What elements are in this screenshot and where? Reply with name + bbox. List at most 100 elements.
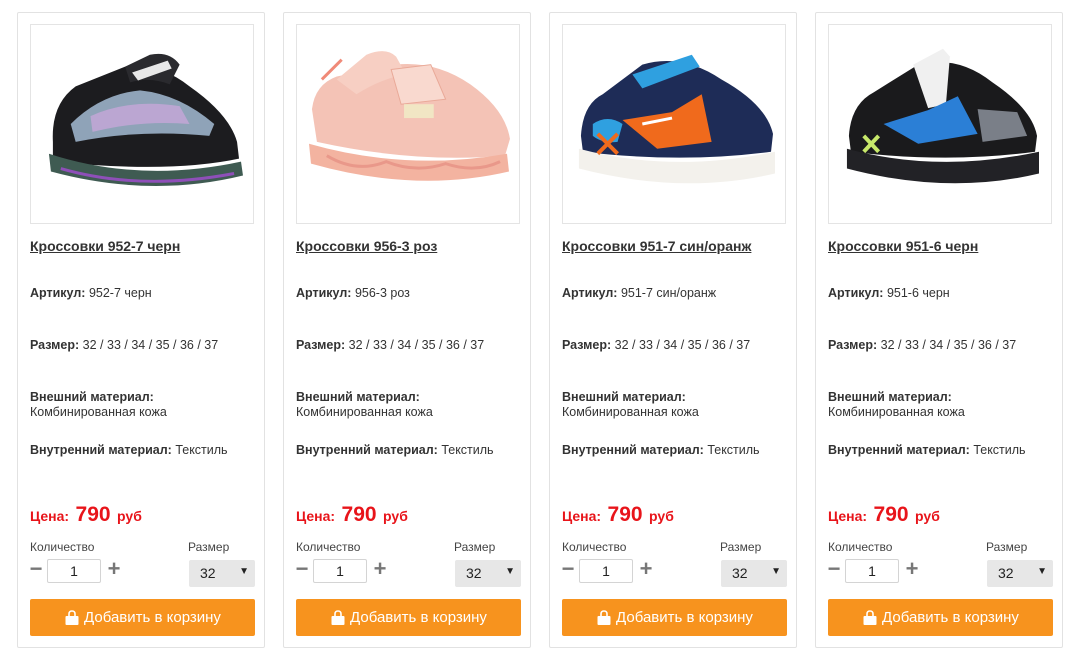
size-select-label: Размер [986, 540, 1028, 554]
outer-material-row: Внешний материал: Комбинированная кожа [562, 390, 699, 420]
article-row: Артикул: 951-6 черн [828, 286, 950, 301]
article-label: Артикул: [828, 286, 884, 300]
add-to-cart-label: Добавить в корзину [616, 609, 753, 626]
quantity-decrease-button[interactable]: − [825, 558, 843, 582]
size-select[interactable]: 32 ▼ [721, 560, 787, 587]
quantity-input[interactable] [47, 559, 101, 583]
sizes-row: Размер: 32 / 33 / 34 / 35 / 36 / 37 [30, 338, 218, 353]
product-title-link[interactable]: Кроссовки 951-6 черн [828, 238, 978, 254]
sizes-row: Размер: 32 / 33 / 34 / 35 / 36 / 37 [828, 338, 1016, 353]
size-select[interactable]: 32 ▼ [455, 560, 521, 587]
add-to-cart-button[interactable]: Добавить в корзину [30, 599, 255, 636]
product-title-link[interactable]: Кроссовки 952-7 черн [30, 238, 180, 254]
outer-material-label: Внешний материал: [562, 390, 686, 404]
price: Цена: 790 руб [30, 503, 142, 527]
price-label: Цена: [828, 508, 868, 524]
quantity-increase-button[interactable]: + [371, 558, 389, 582]
add-to-cart-button[interactable]: Добавить в корзину [828, 599, 1053, 636]
size-select[interactable]: 32 ▼ [987, 560, 1053, 587]
add-to-cart-label: Добавить в корзину [84, 609, 221, 626]
article-label: Артикул: [296, 286, 352, 300]
size-select[interactable]: 32 ▼ [189, 560, 255, 587]
price-currency: руб [649, 508, 674, 524]
product-image[interactable] [828, 24, 1052, 224]
product-grid: Кроссовки 952-7 черн Артикул: 952-7 черн… [0, 0, 1080, 649]
sizes-value: 32 / 33 / 34 / 35 / 36 / 37 [82, 338, 219, 352]
article-value: 951-6 черн [886, 286, 950, 300]
outer-material-value: Комбинированная кожа [30, 405, 167, 419]
inner-material-label: Внутренний материал: [296, 443, 438, 457]
product-image[interactable] [562, 24, 786, 224]
article-row: Артикул: 952-7 черн [30, 286, 152, 301]
size-select-value: 32 [732, 565, 748, 581]
article-label: Артикул: [562, 286, 618, 300]
quantity-increase-button[interactable]: + [637, 558, 655, 582]
outer-material-row: Внешний материал: Комбинированная кожа [296, 390, 433, 420]
price-label: Цена: [296, 508, 336, 524]
size-select-label: Размер [720, 540, 762, 554]
article-row: Артикул: 956-3 роз [296, 286, 410, 301]
product-card: Кроссовки 951-6 черн Артикул: 951-6 черн… [815, 12, 1063, 648]
size-select-value: 32 [200, 565, 216, 581]
outer-material-value: Комбинированная кожа [828, 405, 965, 419]
inner-material-label: Внутренний материал: [828, 443, 970, 457]
price-label: Цена: [562, 508, 602, 524]
inner-material-label: Внутренний материал: [30, 443, 172, 457]
product-title-link[interactable]: Кроссовки 956-3 роз [296, 238, 437, 254]
chevron-down-icon: ▼ [1037, 566, 1047, 577]
quantity-decrease-button[interactable]: − [559, 558, 577, 582]
sizes-label: Размер: [562, 338, 612, 352]
sizes-value: 32 / 33 / 34 / 35 / 36 / 37 [880, 338, 1017, 352]
price-value: 790 [341, 503, 377, 526]
inner-material-row: Внутренний материал: Текстиль [828, 443, 1026, 458]
product-image[interactable] [30, 24, 254, 224]
outer-material-label: Внешний материал: [296, 390, 420, 404]
add-to-cart-label: Добавить в корзину [882, 609, 1019, 626]
price-value: 790 [607, 503, 643, 526]
quantity-label: Количество [30, 540, 95, 554]
quantity-decrease-button[interactable]: − [27, 558, 45, 582]
product-title-link[interactable]: Кроссовки 951-7 син/оранж [562, 238, 751, 254]
product-card: Кроссовки 956-3 роз Артикул: 956-3 роз Р… [283, 12, 531, 648]
inner-material-value: Текстиль [441, 443, 494, 457]
quantity-label: Количество [828, 540, 893, 554]
sizes-row: Размер: 32 / 33 / 34 / 35 / 36 / 37 [296, 338, 484, 353]
sizes-row: Размер: 32 / 33 / 34 / 35 / 36 / 37 [562, 338, 750, 353]
add-to-cart-button[interactable]: Добавить в корзину [562, 599, 787, 636]
inner-material-label: Внутренний материал: [562, 443, 704, 457]
shopping-bag-icon [863, 609, 877, 625]
size-select-value: 32 [998, 565, 1014, 581]
outer-material-value: Комбинированная кожа [562, 405, 699, 419]
quantity-increase-button[interactable]: + [903, 558, 921, 582]
article-value: 956-3 роз [354, 286, 410, 300]
shopping-bag-icon [331, 609, 345, 625]
chevron-down-icon: ▼ [239, 566, 249, 577]
inner-material-value: Текстиль [175, 443, 228, 457]
size-select-value: 32 [466, 565, 482, 581]
price-value: 790 [873, 503, 909, 526]
price: Цена: 790 руб [296, 503, 408, 527]
price-currency: руб [117, 508, 142, 524]
inner-material-value: Текстиль [973, 443, 1026, 457]
sizes-value: 32 / 33 / 34 / 35 / 36 / 37 [614, 338, 751, 352]
chevron-down-icon: ▼ [771, 566, 781, 577]
quantity-input[interactable] [313, 559, 367, 583]
inner-material-row: Внутренний материал: Текстиль [562, 443, 760, 458]
price-currency: руб [915, 508, 940, 524]
sizes-label: Размер: [30, 338, 80, 352]
product-image[interactable] [296, 24, 520, 224]
sizes-value: 32 / 33 / 34 / 35 / 36 / 37 [348, 338, 485, 352]
quantity-input[interactable] [579, 559, 633, 583]
price-label: Цена: [30, 508, 70, 524]
inner-material-value: Текстиль [707, 443, 760, 457]
quantity-input[interactable] [845, 559, 899, 583]
inner-material-row: Внутренний материал: Текстиль [30, 443, 228, 458]
sizes-label: Размер: [828, 338, 878, 352]
outer-material-value: Комбинированная кожа [296, 405, 433, 419]
add-to-cart-label: Добавить в корзину [350, 609, 487, 626]
size-select-label: Размер [188, 540, 230, 554]
quantity-decrease-button[interactable]: − [293, 558, 311, 582]
price-currency: руб [383, 508, 408, 524]
quantity-increase-button[interactable]: + [105, 558, 123, 582]
add-to-cart-button[interactable]: Добавить в корзину [296, 599, 521, 636]
